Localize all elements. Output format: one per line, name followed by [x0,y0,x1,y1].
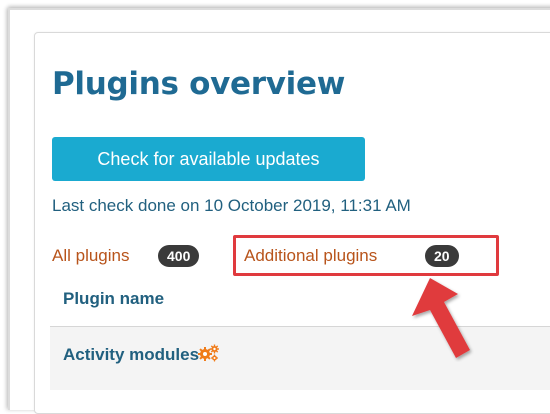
page-title: Plugins overview [52,66,346,102]
highlight-annotation-box [233,235,499,276]
category-activity-modules: Activity modules [63,345,200,364]
last-check-text: Last check done on 10 October 2019, 11:3… [52,196,411,215]
all-plugins-count-badge: 400 [158,245,200,267]
check-updates-button[interactable]: Check for available updates [52,137,365,181]
page-frame: Plugins overview Check for available upd… [0,0,550,414]
all-plugins-link[interactable]: All plugins [52,243,130,269]
plugin-name-column-header[interactable]: Plugin name [63,289,164,309]
gears-icon [198,344,219,362]
arrow-up-left-icon [412,278,470,358]
